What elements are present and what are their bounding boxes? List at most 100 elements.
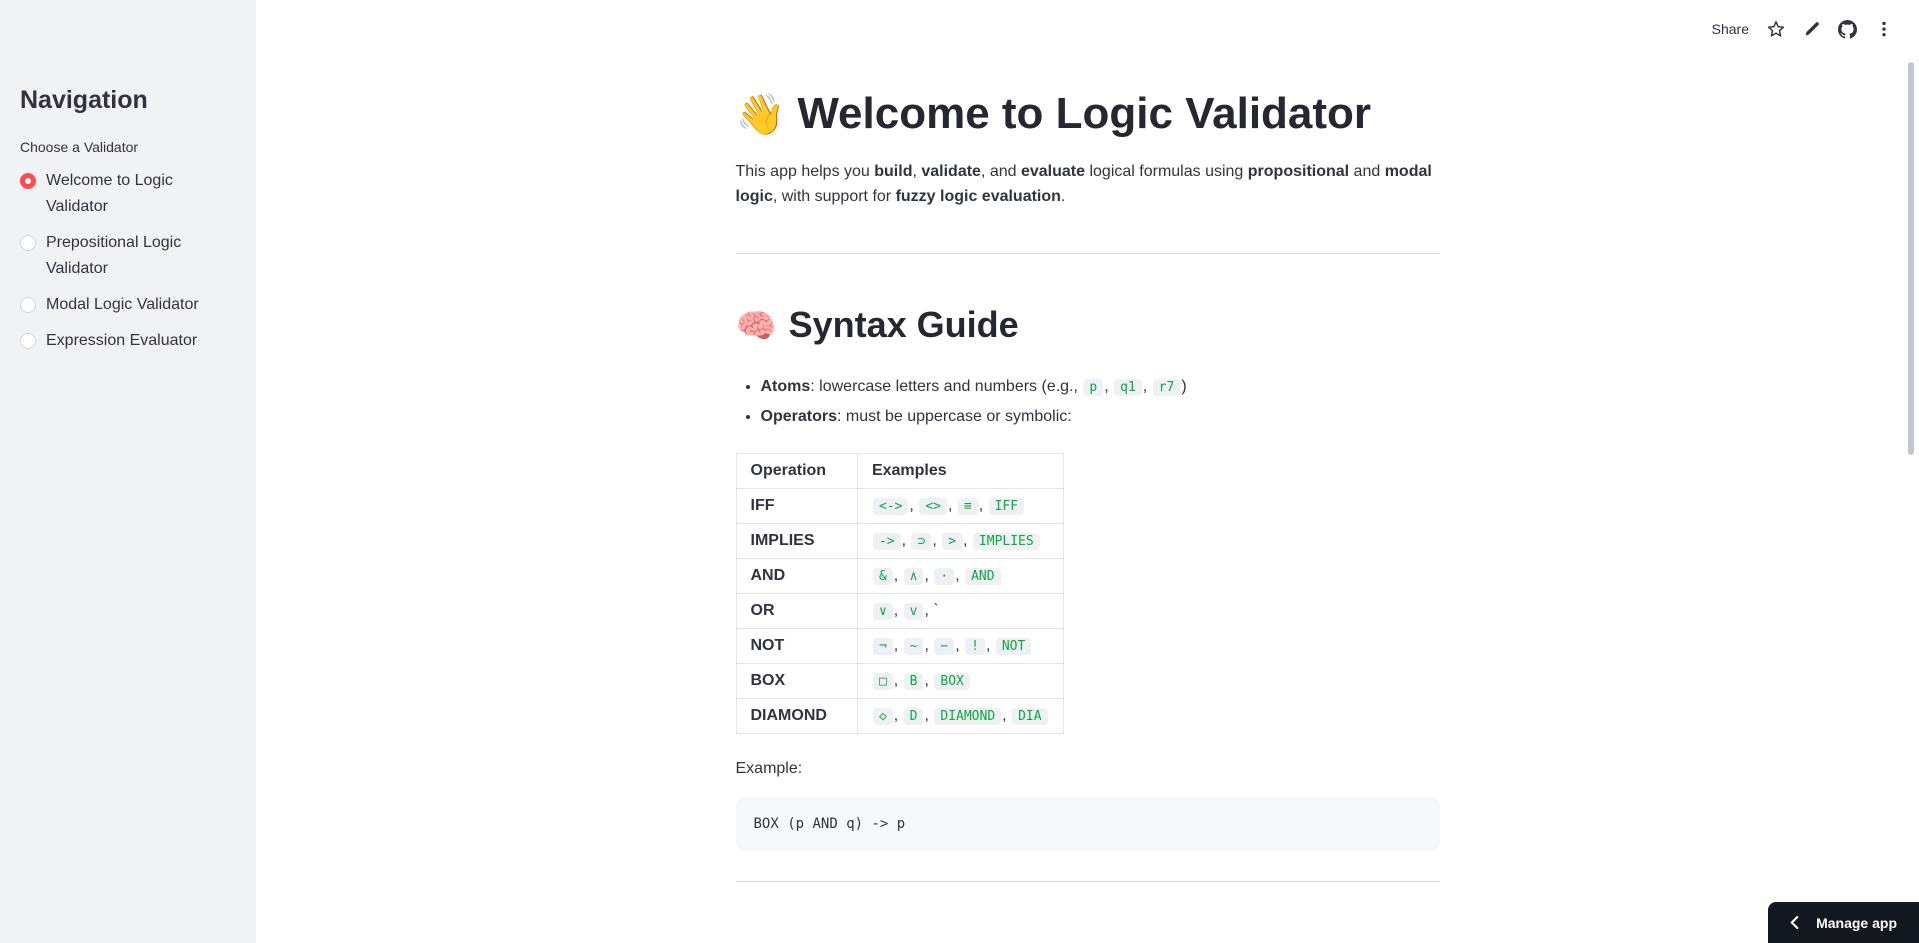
bold-text: Operators [760,407,837,425]
inline-code: -> [872,532,901,550]
radio-selected-icon [20,173,36,189]
radio-group: Welcome to Logic Validator Prepositional … [20,168,234,354]
table-row: OR ∨, v, ` [735,592,1064,629]
inline-code: DIAMOND [934,707,1002,725]
operation-cell: IMPLIES [735,522,858,559]
inline-code: > [942,532,963,550]
inline-code: AND [965,567,1001,585]
section-divider [735,252,1440,254]
github-icon[interactable] [1838,19,1857,39]
inline-code: DIA [1012,707,1048,725]
sidebar-title: Navigation [20,86,148,114]
table-header-row: Operation Examples [735,452,1064,489]
column-header-examples: Examples [856,452,1064,489]
bold-text: validate [921,162,981,180]
syntax-guide-title: 🧠 Syntax Guide [736,303,1440,346]
inline-code: ⊃ [911,532,932,550]
inline-code: BOX [934,672,970,690]
inline-code: ◇ [872,707,893,725]
inline-code: q1 [1114,379,1142,397]
examples-cell: ¬, ~, −, !, NOT [856,627,1064,664]
examples-cell: ◇, D, DIAMOND, DIA [856,697,1064,734]
main-content: 👋 Welcome to Logic Validator This app hel… [256,0,1919,882]
examples-cell: ->, ⊃, >, IMPLIES [856,522,1064,559]
inline-code: v [903,602,924,620]
table-row: NOT ¬, ~, −, !, NOT [735,627,1064,664]
operation-cell: OR [735,592,858,629]
bold-text: evaluate [1020,162,1086,180]
example-label: Example: [735,759,803,777]
radio-option[interactable]: Welcome to Logic Validator [20,168,234,220]
examples-cell: ∨, v, ` [856,592,1064,629]
inline-code: <> [919,497,947,515]
table-row: IMPLIES ->, ⊃, >, IMPLIES [735,522,1064,559]
inline-code: ~ [903,637,924,655]
syntax-bullet-list: Atoms: lowercase letters and numbers (e.… [736,373,1440,432]
sidebar: Navigation Choose a Validator Welcome to… [0,0,256,943]
inline-code: D [903,707,924,725]
inline-code: B [903,672,924,690]
examples-cell: <->, <>, ≡, IFF [856,487,1064,524]
bold-text: propositional [1247,162,1350,180]
radio-option[interactable]: Prepositional Logic Validator [20,230,234,282]
syntax-bullet-item: Operators: must be uppercase or symbolic… [761,403,1440,432]
chevron-left-icon [1789,916,1800,929]
page-title-text: Welcome to Logic Validator [797,89,1372,138]
inline-code: & [872,567,893,585]
radio-group-label: Choose a Validator [20,139,139,155]
inline-code: · [934,567,955,585]
star-icon[interactable] [1766,20,1785,39]
radio-unselected-icon [20,235,36,251]
bold-text: Atoms [760,378,811,396]
example-code-text: BOX (p AND q) -> p [753,815,906,832]
app-toolbar: Share [1712,0,1919,58]
inline-code: <-> [872,497,909,515]
syntax-bullet-item: Atoms: lowercase letters and numbers (e.… [761,373,1440,402]
bold-text: build [874,162,913,180]
inline-code: ¬ [872,637,893,655]
examples-cell: &, ∧, ·, AND [856,557,1064,594]
inline-code: IMPLIES [972,532,1040,550]
page-title: 👋 Welcome to Logic Validator [736,88,1440,141]
radio-unselected-icon [20,333,36,349]
manage-app-label: Manage app [1816,914,1897,931]
syntax-guide-title-text: Syntax Guide [788,303,1019,345]
radio-option[interactable]: Modal Logic Validator [20,292,234,318]
syntax-table: Operation Examples IFF <->, <>, ≡, IFF IMP… [735,452,1064,734]
operation-cell: DIAMOND [735,697,858,734]
intro-paragraph: This app helps you build, validate, and … [735,162,1432,206]
inline-code: ! [965,637,985,655]
inline-code: ≡ [957,497,978,515]
overflow-menu-icon[interactable] [1874,20,1893,39]
inline-code: IFF [988,497,1025,515]
operation-cell: BOX [735,662,858,699]
vertical-scrollbar-thumb[interactable] [1908,62,1914,455]
wave-emoji-icon: 👋 [735,93,786,137]
manage-app-button[interactable]: Manage app [1768,902,1919,943]
inline-code: □ [872,672,893,690]
table-row: BOX □, B, BOX [735,662,1064,699]
operation-cell: NOT [735,627,858,664]
syntax-table-body: IFF <->, <>, ≡, IFF IMPLIES ->, ⊃, >, IMPLI… [735,487,1064,734]
inline-code: ∨ [872,602,893,620]
inline-code: − [934,637,955,655]
radio-option-label: Expression Evaluator [46,332,198,349]
brain-emoji-icon: 🧠 [735,306,777,344]
inline-code: ∧ [903,567,924,585]
table-row: IFF <->, <>, ≡, IFF [735,487,1064,524]
radio-option-label: Welcome to Logic Validator [46,172,173,215]
inline-code: p [1083,379,1104,397]
operation-cell: IFF [735,487,858,524]
bold-text: fuzzy logic evaluation [895,188,1061,206]
inline-code: NOT [995,637,1032,655]
table-row: DIAMOND ◇, D, DIAMOND, DIA [735,697,1064,734]
column-header-operation: Operation [735,452,858,489]
inline-code: r7 [1152,379,1181,397]
radio-option[interactable]: Expression Evaluator [20,328,234,354]
examples-cell: □, B, BOX [856,662,1064,699]
radio-option-label: Modal Logic Validator [46,296,199,313]
edit-pencil-icon[interactable] [1802,20,1821,39]
radio-unselected-icon [20,297,36,313]
share-button[interactable]: Share [1712,21,1749,37]
table-row: AND &, ∧, ·, AND [735,557,1064,594]
